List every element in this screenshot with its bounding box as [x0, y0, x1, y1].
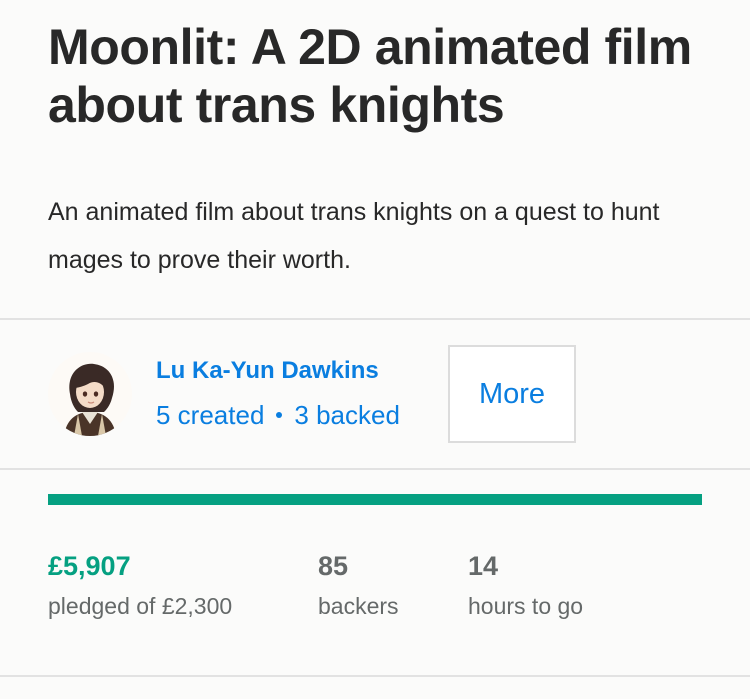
more-button[interactable]: More	[448, 345, 576, 443]
pledged-label: pledged of £2,300	[48, 593, 233, 619]
stat-backers: 85 backers	[318, 549, 468, 623]
funding-stats: £5,907 pledged of £2,300 85 backers 14 h…	[0, 470, 750, 675]
stat-pledged: £5,907 pledged of £2,300	[48, 549, 318, 623]
project-blurb: An animated film about trans knights on …	[48, 198, 660, 274]
creator-row: Lu Ka-Yun Dawkins 5 created 3 backed Mor…	[0, 320, 750, 468]
creator-stats: 5 created 3 backed	[156, 395, 438, 435]
pledged-amount: £5,907	[48, 551, 131, 581]
creator-name-link[interactable]: Lu Ka-Yun Dawkins	[156, 353, 438, 389]
created-count-link[interactable]: 5 created	[156, 395, 264, 435]
separator-dot	[276, 412, 283, 418]
backers-count: 85	[318, 551, 349, 581]
project-header: Moonlit: A 2D animated film about trans …	[0, 0, 750, 318]
time-remaining-value: 14	[468, 551, 499, 581]
divider-bottom	[0, 675, 750, 677]
time-remaining-label: hours to go	[468, 593, 584, 619]
backers-label: backers	[318, 593, 399, 619]
stat-time-remaining: 14 hours to go	[468, 549, 668, 623]
avatar-illustration	[48, 352, 132, 436]
backed-count-link[interactable]: 3 backed	[294, 395, 400, 435]
project-title: Moonlit: A 2D animated film about trans …	[48, 19, 692, 133]
creator-avatar[interactable]	[48, 352, 132, 436]
funding-progress-fill	[48, 494, 702, 505]
funding-progress-bar	[48, 494, 702, 505]
stat-row: £5,907 pledged of £2,300 85 backers 14 h…	[48, 549, 702, 623]
creator-info: Lu Ka-Yun Dawkins 5 created 3 backed	[156, 353, 438, 435]
